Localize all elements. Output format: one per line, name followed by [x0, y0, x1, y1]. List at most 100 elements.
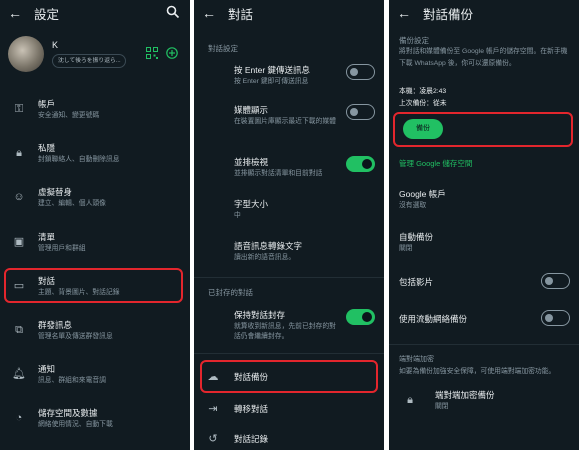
broadcast-icon: ⧉ — [15, 324, 23, 336]
highlight-chat-backup — [200, 360, 378, 393]
settings-topbar: ← 設定 — [0, 0, 190, 26]
settings-item-storage[interactable]: ◔ 儲存空間及數據 網絡使用情況、自動下載 — [0, 405, 190, 435]
media-visibility-toggle[interactable] — [346, 104, 375, 120]
page-title: 對話備份 — [423, 7, 474, 22]
item-subtitle: 在裝置圖片庫顯示最近下載的媒體 — [234, 118, 336, 125]
settings-item-account[interactable]: ⚿ 帳戶 安全通知、變更號碼 — [0, 96, 190, 126]
divider — [194, 277, 384, 278]
chat-history-item[interactable]: ↺ 對話記錄 — [194, 430, 384, 448]
keep-archived-toggle[interactable] — [346, 309, 375, 325]
auto-backup-item[interactable]: 自動備份 關閉 — [389, 230, 579, 256]
profile-row[interactable]: K 沈して後ろを振り返ら... — [0, 34, 190, 74]
enter-to-send-toggle[interactable] — [346, 64, 375, 80]
add-circle-icon[interactable] — [166, 47, 178, 59]
item-subtitle: 建立、編輯、個人頭像 — [38, 200, 106, 207]
settings-item-avatar[interactable]: ☺ 虛擬替身 建立、編輯、個人頭像 — [0, 184, 190, 214]
page-title: 對話 — [228, 7, 254, 22]
settings-item-privacy[interactable]: 🔒︎ 私隱 封鎖聯絡人、自動刪除訊息 — [0, 140, 190, 170]
divider — [389, 344, 579, 345]
avatar[interactable] — [8, 36, 44, 72]
manage-google-storage-link[interactable]: 管理 Google 儲存空間 — [399, 158, 472, 169]
item-title: 帳戶 — [38, 99, 56, 109]
bell-icon: 🔔︎ — [12, 368, 26, 380]
item-title: 保持對話封存 — [234, 310, 286, 320]
setting-side-by-side[interactable]: 並排檢視 並排顯示對話清單和目前對話 — [194, 154, 384, 184]
item-title: 字型大小 — [234, 199, 269, 209]
item-title: 媒體顯示 — [234, 105, 269, 115]
item-title: 通知 — [38, 364, 56, 374]
settings-panel: ← 設定 K 沈して後ろを振り返ら... ⚿ 帳戶 安全通知、變更號碼 🔒︎ 私… — [0, 0, 190, 450]
settings-item-notifications[interactable]: 🔔︎ 通知 訊息、群組和來電音調 — [0, 361, 190, 391]
qr-code-icon[interactable] — [146, 47, 158, 59]
divider — [194, 353, 384, 354]
item-title: Google 帳戶 — [399, 189, 446, 199]
item-title: 並排檢視 — [234, 157, 269, 167]
cellular-backup-toggle[interactable] — [541, 310, 570, 326]
setting-font-size[interactable]: 字型大小 中 — [194, 196, 384, 226]
item-title: 轉移對話 — [234, 404, 269, 414]
avatar-face-icon: ☺ — [13, 191, 25, 203]
item-title: 對話記錄 — [234, 434, 269, 444]
local-backup-time: 本機：凌晨2:43 — [399, 88, 447, 95]
back-arrow-icon[interactable]: ← — [8, 5, 26, 21]
back-arrow-icon[interactable]: ← — [397, 5, 415, 21]
last-backup-time: 上次備份：從未 — [399, 100, 447, 107]
item-title: 按 Enter 鍵傳送訊息 — [234, 65, 311, 75]
item-title: 語音訊息轉錄文字 — [234, 241, 303, 251]
item-subtitle: 按 Enter 鍵即可傳送訊息 — [234, 78, 309, 85]
storage-data-icon: ◔ — [15, 412, 23, 424]
phone-transfer-icon: ⇥ — [208, 403, 218, 415]
setting-enter-to-send[interactable]: 按 Enter 鍵傳送訊息 按 Enter 鍵即可傳送訊息 — [194, 62, 384, 92]
item-title: 虛擬替身 — [38, 187, 73, 197]
e2e-section-header: 端對端加密 — [399, 356, 434, 363]
settings-item-lists[interactable]: ▣ 清單 管理用戶和群組 — [0, 229, 190, 259]
item-subtitle: 管理名單及傳送群發訊息 — [38, 333, 113, 340]
cellular-backup-item[interactable]: 使用流動網絡備份 — [389, 309, 579, 329]
e2e-description: 如要為備份加強安全保障，可使用端對端加密功能。 — [399, 368, 556, 375]
item-title: 端對端加密備份 — [435, 390, 495, 400]
page-title: 設定 — [34, 7, 60, 22]
lock-icon: 🔒︎ — [16, 147, 22, 159]
item-title: 自動備份 — [399, 232, 434, 242]
transfer-chats-item[interactable]: ⇥ 轉移對話 — [194, 400, 384, 418]
include-videos-toggle[interactable] — [541, 273, 570, 289]
google-account-item[interactable]: Google 帳戶 沒有選取 — [389, 187, 579, 213]
settings-item-broadcast[interactable]: ⧉ 群發訊息 管理名單及傳送群發訊息 — [0, 317, 190, 347]
setting-media-visibility[interactable]: 媒體顯示 在裝置圖片庫顯示最近下載的媒體 — [194, 102, 384, 142]
side-by-side-toggle[interactable] — [346, 156, 375, 172]
item-subtitle: 安全通知、變更號碼 — [38, 112, 100, 119]
item-subtitle: 關閉 — [435, 403, 449, 410]
item-subtitle: 網絡使用情況、自動下載 — [38, 421, 113, 428]
chats-topbar: ← 對話 — [194, 0, 384, 26]
setting-keep-archived[interactable]: 保持對話封存 就算收到新訊息，先前已封存的對話仍會繼續封存。 — [194, 307, 384, 347]
back-arrow-icon[interactable]: ← — [202, 5, 220, 21]
highlight-backup-button — [393, 112, 573, 147]
item-subtitle: 關閉 — [399, 245, 413, 252]
item-title: 儲存空間及數據 — [38, 408, 98, 418]
section-header: 備份設定 — [399, 36, 429, 45]
profile-name: K — [52, 40, 59, 50]
section-header: 對話設定 — [208, 44, 238, 53]
item-subtitle: 封鎖聯絡人、自動刪除訊息 — [38, 156, 120, 163]
item-subtitle: 沒有選取 — [399, 202, 427, 209]
item-subtitle: 讀出新的語音訊息。 — [234, 254, 296, 261]
contact-list-icon: ▣ — [13, 236, 25, 248]
setting-voice-transcripts[interactable]: 語音訊息轉錄文字 讀出新的語音訊息。 — [194, 238, 384, 268]
e2e-backup-item[interactable]: 🔒︎ 端對端加密備份 關閉 — [389, 388, 579, 414]
lock-icon: 🔒︎ — [407, 394, 413, 406]
item-subtitle: 中 — [234, 212, 241, 219]
search-icon[interactable] — [166, 5, 180, 19]
item-subtitle: 就算收到新訊息，先前已封存的對話仍會繼續封存。 — [234, 323, 336, 340]
backup-description: 將對話和媒體備份至 Google 帳戶的儲存空間。在新手機下載 WhatsApp… — [399, 48, 568, 67]
item-title: 私隱 — [38, 143, 56, 153]
item-title: 使用流動網絡備份 — [399, 314, 468, 324]
chats-settings-panel: ← 對話 對話設定 按 Enter 鍵傳送訊息 按 Enter 鍵即可傳送訊息 … — [194, 0, 384, 450]
item-subtitle: 並排顯示對話清單和目前對話 — [234, 170, 323, 177]
highlight-chats — [4, 268, 183, 303]
key-icon: ⚿ — [14, 103, 24, 115]
include-videos-item[interactable]: 包括影片 — [389, 272, 579, 292]
profile-status: 沈して後ろを振り返ら... — [52, 54, 126, 68]
item-title: 群發訊息 — [38, 320, 73, 330]
backup-topbar: ← 對話備份 — [389, 0, 579, 26]
item-subtitle: 管理用戶和群組 — [38, 245, 86, 252]
